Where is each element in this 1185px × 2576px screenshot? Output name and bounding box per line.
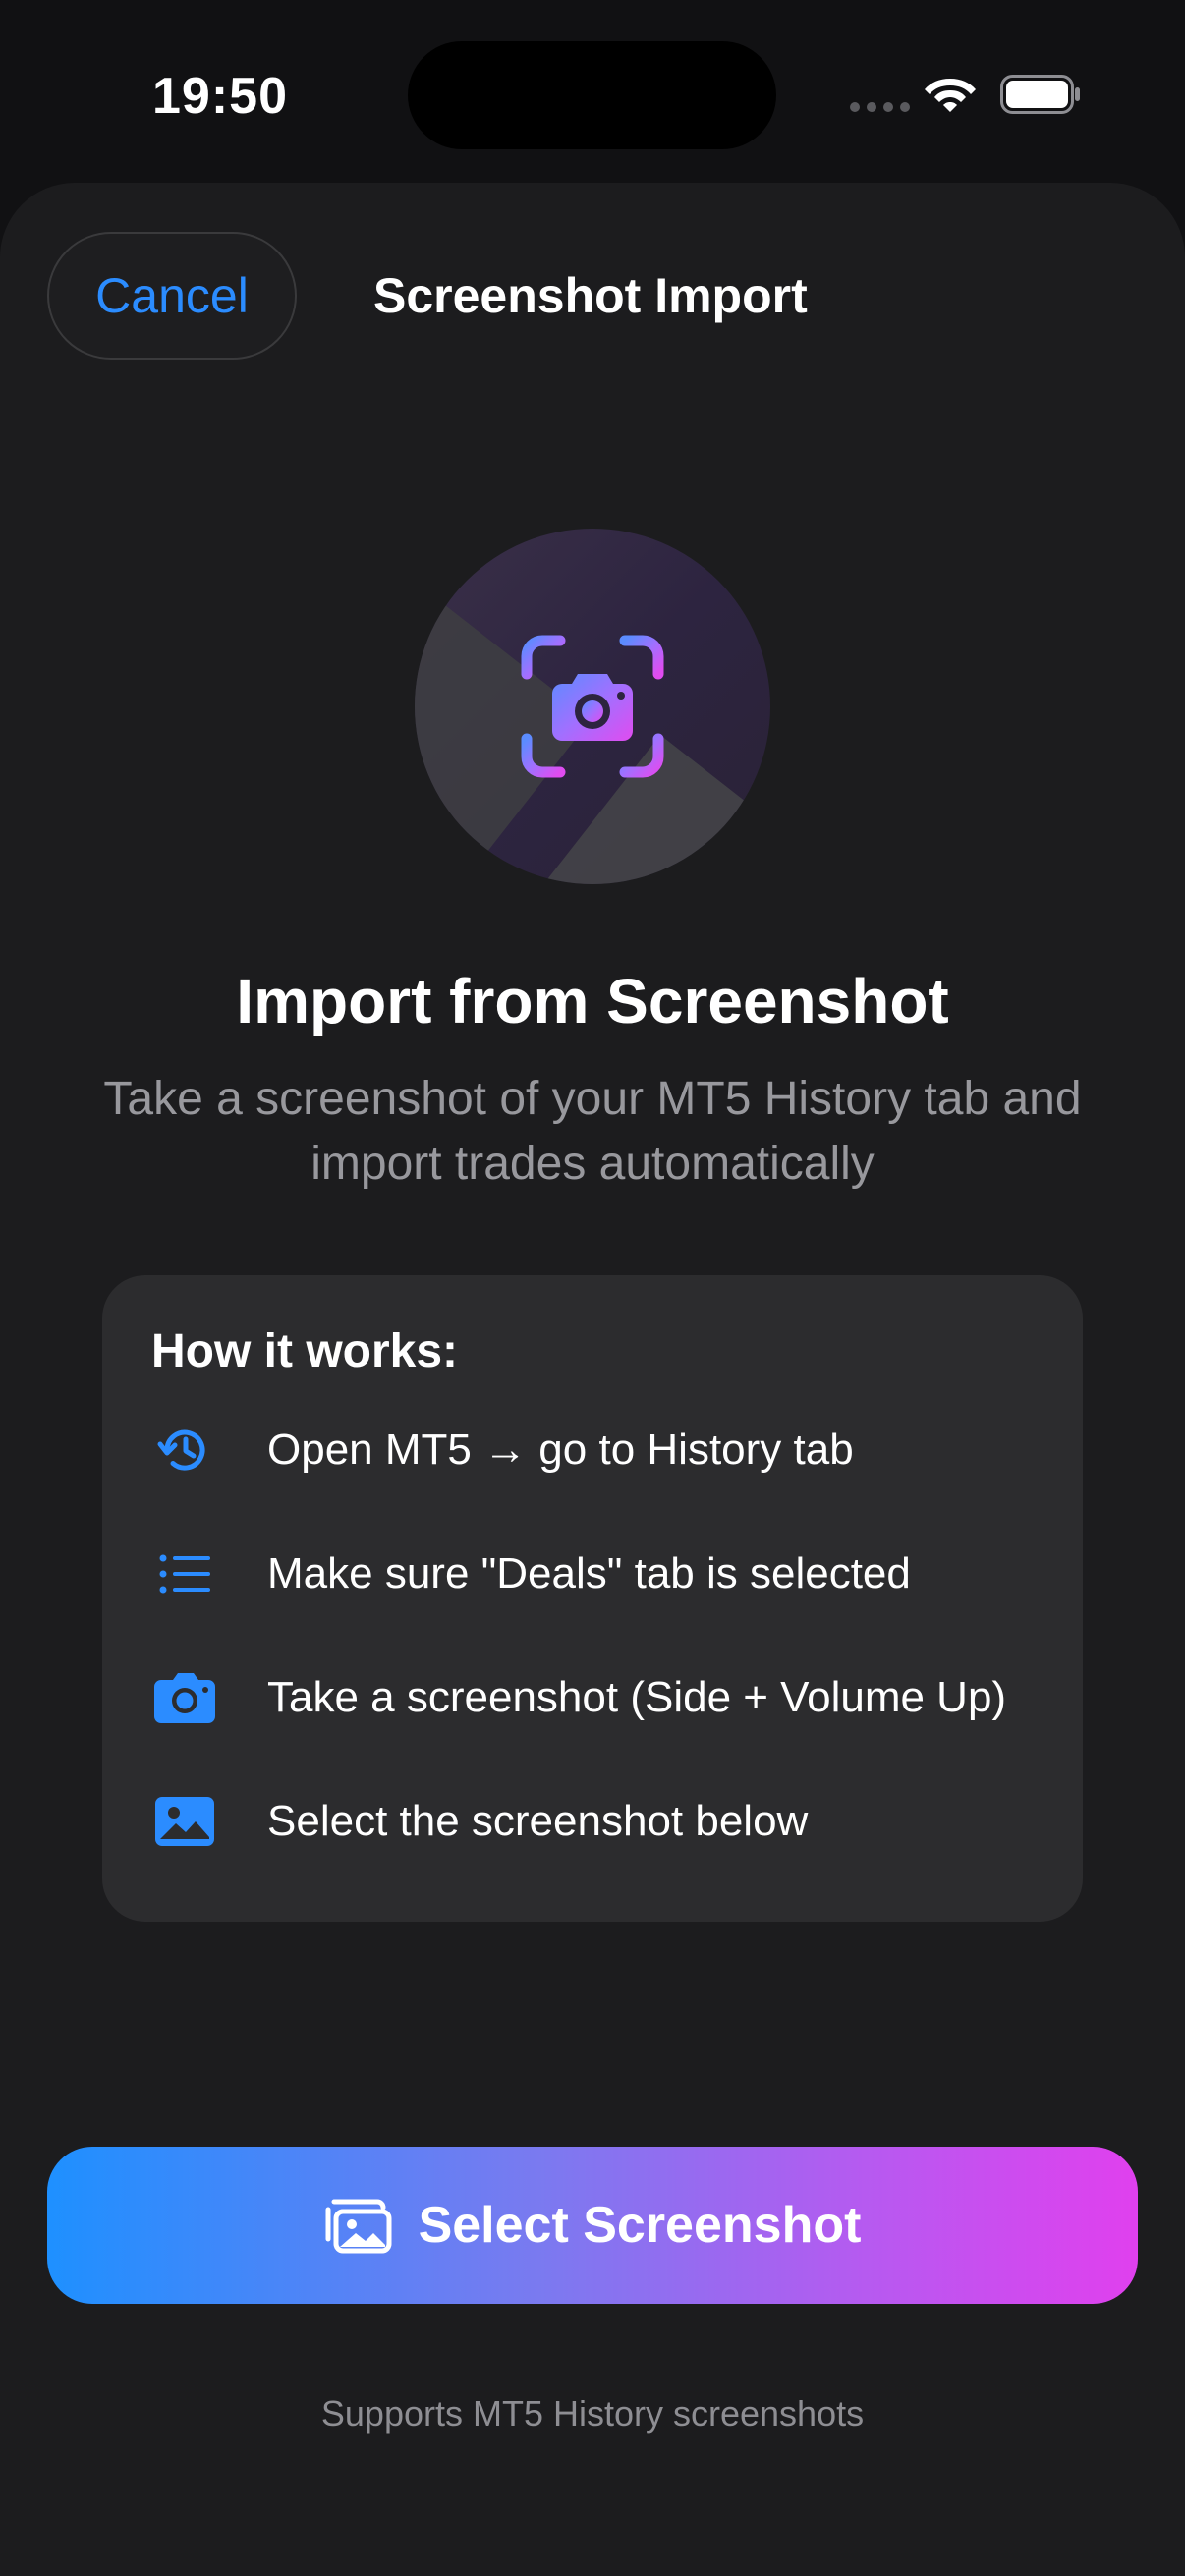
select-screenshot-label: Select Screenshot [418,2197,862,2254]
step-text: Select the screenshot below [267,1797,809,1845]
select-screenshot-button[interactable]: Select Screenshot [47,2147,1138,2304]
how-it-works-card: How it works: Open MT5 → go to History t… [102,1275,1083,1922]
battery-icon [1000,75,1080,114]
status-bar: 19:50 [0,0,1185,187]
main-subtitle: Take a screenshot of your MT5 History ta… [103,1073,1082,1190]
list-icon [151,1540,218,1607]
step-item: Open MT5 → go to History tab [151,1416,1055,1484]
photo-stack-icon [325,2199,392,2254]
card-title: How it works: [151,1325,459,1377]
screen: 19:50 Cancel Screenshot Import Import fr… [0,0,1185,2576]
camera-icon [151,1664,218,1731]
hero-illustration [415,529,770,884]
dynamic-island [408,41,776,149]
step-item: Select the screenshot below [151,1787,1055,1856]
history-clock-icon [151,1417,218,1484]
cellular-signal-icon [850,102,910,112]
sheet-title: Screenshot Import [373,268,808,323]
step-item: Take a screenshot (Side + Volume Up) [151,1663,1055,1732]
import-sheet: Cancel Screenshot Import Import from Scr… [0,183,1185,2576]
wifi-icon [925,79,976,112]
step-text: Take a screenshot (Side + Volume Up) [267,1673,1007,1721]
photo-icon [151,1788,218,1855]
step-text: Make sure "Deals" tab is selected [267,1549,911,1597]
camera-viewfinder-icon [521,635,664,778]
step-item: Make sure "Deals" tab is selected [151,1540,1055,1608]
cancel-button[interactable]: Cancel [47,232,297,360]
footer-note: Supports MT5 History screenshots [320,2393,865,2434]
main-title: Import from Screenshot [236,966,949,1036]
step-text: Open MT5 → go to History tab [267,1426,854,1474]
status-time: 19:50 [152,68,288,125]
